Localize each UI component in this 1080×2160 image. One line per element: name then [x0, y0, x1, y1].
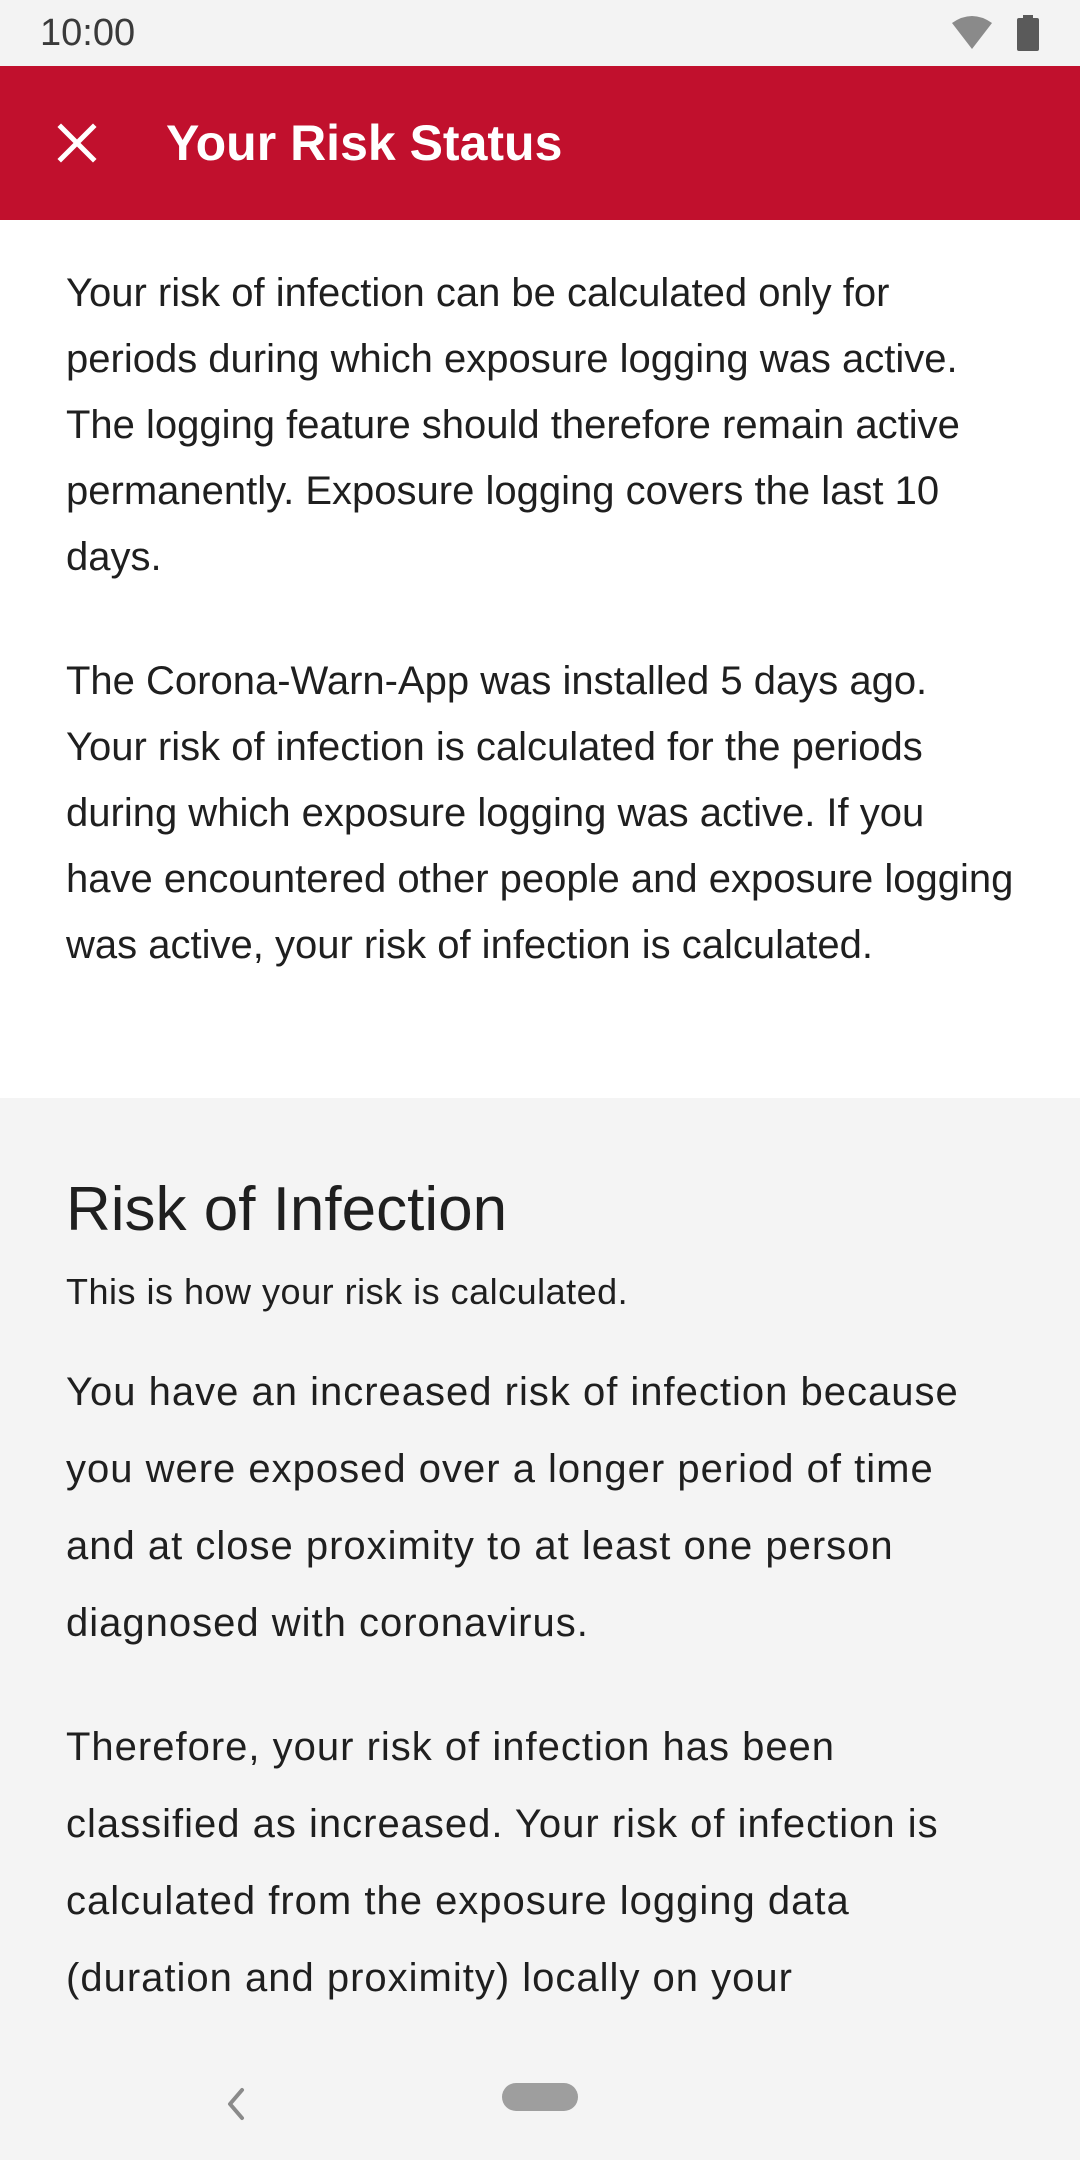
close-icon: [57, 123, 97, 163]
status-bar: 10:00: [0, 0, 1080, 66]
page-title: Your Risk Status: [166, 115, 563, 171]
risk-of-infection-section: Risk of Infection This is how your risk …: [0, 1098, 1080, 2026]
app-bar: Your Risk Status: [0, 66, 1080, 220]
intro-paragraph-logging: Your risk of infection can be calculated…: [66, 271, 960, 579]
status-icons: [950, 15, 1040, 51]
intro-section: Your risk of infection can be calculated…: [0, 220, 1080, 1098]
wifi-icon: [952, 16, 992, 49]
home-pill-icon[interactable]: [502, 2083, 578, 2111]
status-time: 10:00: [40, 11, 136, 54]
intro-paragraph-installed: The Corona-Warn-App was installed 5 days…: [66, 659, 1014, 967]
risk-section-title: Risk of Infection: [66, 1175, 508, 1244]
risk-paragraph-exposure: You have an increased risk of infection …: [66, 1370, 959, 1645]
close-button[interactable]: [0, 66, 154, 220]
back-chevron-icon[interactable]: [220, 2084, 250, 2124]
risk-section-subtitle: This is how your risk is calculated.: [66, 1271, 629, 1312]
battery-icon: [1017, 15, 1039, 51]
risk-paragraph-classification: Therefore, your risk of infection has be…: [66, 1725, 939, 2000]
